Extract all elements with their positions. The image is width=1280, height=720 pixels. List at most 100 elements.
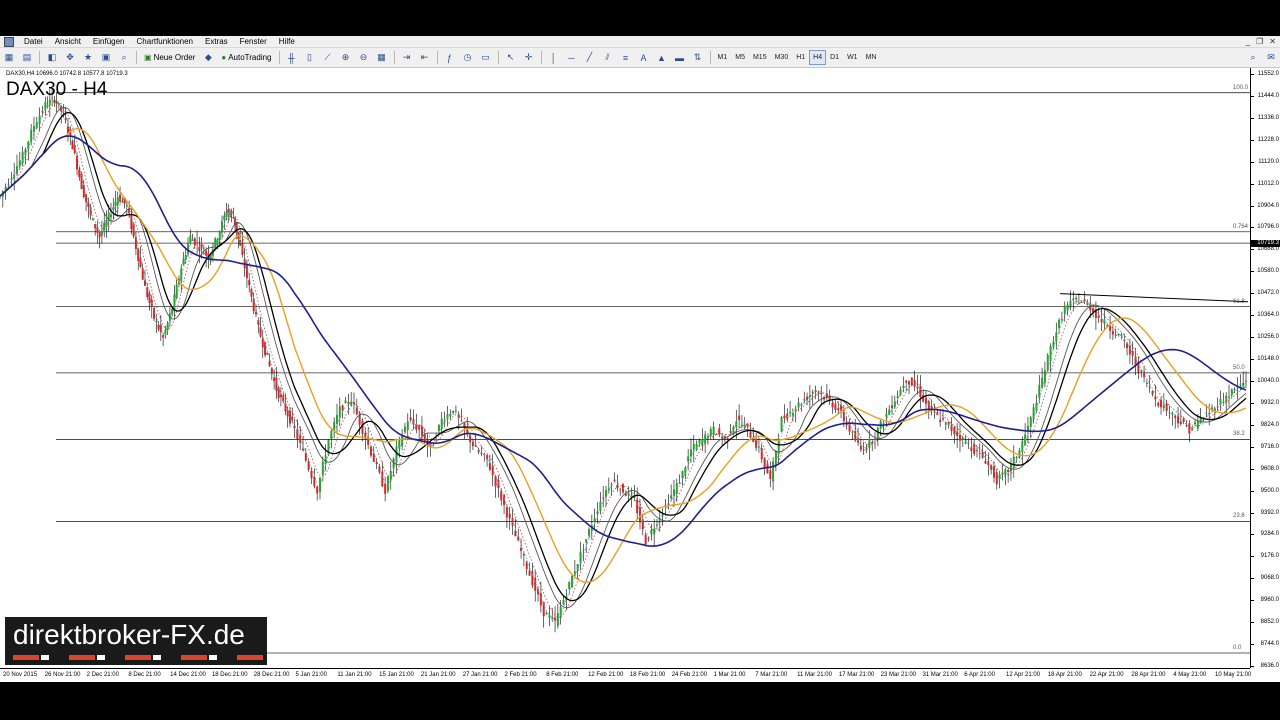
time-axis-label: 28 Dec 21:00 xyxy=(253,672,290,678)
crosshair-icon[interactable]: ✛ xyxy=(521,50,537,65)
toolbar-separator xyxy=(39,51,40,64)
menu-chartfunktionen[interactable]: Chartfunktionen xyxy=(131,36,199,47)
close-button[interactable]: ✕ xyxy=(1269,36,1276,47)
autotrading-button[interactable]: ● AutoTrading xyxy=(217,50,275,65)
app-icon[interactable] xyxy=(4,36,14,47)
candle-body xyxy=(1179,421,1182,424)
candle-body xyxy=(780,417,783,432)
price-axis-tick xyxy=(1251,402,1254,404)
menu-hilfe[interactable]: Hilfe xyxy=(273,36,301,47)
terminal-icon[interactable]: ▣ xyxy=(98,50,114,65)
candle-body xyxy=(18,160,21,167)
candle-body xyxy=(1171,412,1174,415)
text-icon[interactable]: A xyxy=(636,50,652,65)
zoom-in-icon[interactable]: ⊕ xyxy=(338,50,354,65)
time-axis-label: 4 May 21:00 xyxy=(1173,672,1207,678)
zoom-out-icon[interactable]: ⊖ xyxy=(356,50,372,65)
candle-body xyxy=(865,447,868,451)
timeframe-h4[interactable]: H4 xyxy=(809,50,827,65)
menu-ansicht[interactable]: Ansicht xyxy=(49,36,87,47)
vertical-line-icon[interactable]: │ xyxy=(546,50,562,65)
candle-body xyxy=(321,461,324,476)
time-axis-label: 22 Apr 21:00 xyxy=(1089,672,1124,678)
time-axis-label: 8 Feb 21:00 xyxy=(546,672,579,678)
price-axis-label: 10256.0 xyxy=(1257,334,1279,341)
candle-body xyxy=(791,412,794,416)
timeframe-m1[interactable]: M1 xyxy=(714,50,732,65)
timeframe-m5[interactable]: M5 xyxy=(731,50,749,65)
candle-body xyxy=(808,394,811,398)
market-watch-icon[interactable]: ◧ xyxy=(44,50,60,65)
price-axis[interactable]: 11552.0 11444.0 11336.0 11228.0 11120.0 11012… xyxy=(1250,68,1280,669)
horizontal-line-icon[interactable]: ─ xyxy=(564,50,580,65)
timeframe-h1[interactable]: H1 xyxy=(792,50,809,65)
fibonacci-level-label: 0.0 xyxy=(1233,645,1242,651)
time-axis-label: 28 Apr 21:00 xyxy=(1131,672,1166,678)
timeframe-m30[interactable]: M30 xyxy=(771,50,793,65)
arrows-icon[interactable]: ▬ xyxy=(672,50,688,65)
minimize-button[interactable]: _ xyxy=(1246,36,1250,47)
menu-fenster[interactable]: Fenster xyxy=(234,36,273,47)
candle-body xyxy=(854,431,857,441)
metaeditor-icon[interactable]: ◆ xyxy=(200,50,216,65)
timeframe-d1[interactable]: D1 xyxy=(826,50,843,65)
auto-scroll-icon[interactable]: ⇥ xyxy=(399,50,415,65)
candle-body xyxy=(582,549,585,551)
timeframe-w1[interactable]: W1 xyxy=(843,50,862,65)
strategy-tester-icon[interactable]: ⌕ xyxy=(116,50,132,65)
watermark-bar xyxy=(209,655,217,660)
menu-einfuegen[interactable]: Einfügen xyxy=(87,36,131,47)
tile-windows-icon[interactable]: ▦ xyxy=(374,50,390,65)
candle-body xyxy=(1058,319,1061,329)
timeframe-mn[interactable]: MN xyxy=(862,50,881,65)
time-axis-label: 11 Jan 21:00 xyxy=(337,672,372,678)
line-chart-icon[interactable]: ⟋ xyxy=(320,50,336,65)
indicators-icon[interactable]: ƒ xyxy=(442,50,458,65)
candle-body xyxy=(1151,391,1154,395)
fibonacci-icon[interactable]: ≡ xyxy=(618,50,634,65)
search-icon[interactable]: ⌕ xyxy=(1245,50,1261,65)
menu-extras[interactable]: Extras xyxy=(199,36,234,47)
price-axis-tick xyxy=(1251,534,1254,536)
price-axis-label: 8852.0 xyxy=(1260,619,1279,626)
candlestick-icon[interactable]: ▯ xyxy=(302,50,318,65)
new-order-button[interactable]: ▣ Neue Order xyxy=(140,50,199,65)
price-axis-tick xyxy=(1251,117,1254,119)
navigator-icon[interactable]: ★ xyxy=(80,50,96,65)
watermark-bar xyxy=(13,655,39,660)
candle-body xyxy=(602,497,605,499)
menu-datei[interactable]: Datei xyxy=(18,36,49,47)
text-label-icon[interactable]: ▲ xyxy=(654,50,670,65)
profiles-icon[interactable]: ▤ xyxy=(19,50,35,65)
new-order-label: Neue Order xyxy=(153,53,196,62)
time-axis-label: 27 Jan 21:00 xyxy=(462,672,498,678)
price-axis-tick xyxy=(1251,315,1254,317)
new-chart-icon[interactable]: ▦ xyxy=(1,50,17,65)
time-axis[interactable]: 20 Nov 2015 26 Nov 21:00 2 Dec 21:00 8 Dec … xyxy=(0,668,1251,683)
candle-body xyxy=(562,599,565,605)
candle-body xyxy=(573,571,576,575)
trendline-icon[interactable]: ╱ xyxy=(582,50,598,65)
equidistant-channel-icon[interactable]: ⫽ xyxy=(600,50,616,65)
cursor-icon[interactable]: ↖ xyxy=(503,50,519,65)
toolbar: ▦ ▤ ◧ ✥ ★ ▣ ⌕ ▣ Neue Order ◆ ● AutoTradi… xyxy=(0,48,1280,68)
data-window-icon[interactable]: ✥ xyxy=(62,50,78,65)
templates-icon[interactable]: ▭ xyxy=(478,50,494,65)
price-axis-label: 10904.0 xyxy=(1257,202,1279,209)
chat-icon[interactable]: ✉ xyxy=(1263,50,1279,65)
candle-body xyxy=(970,447,973,451)
candle-body xyxy=(38,115,41,124)
price-axis-label: 9824.0 xyxy=(1260,421,1279,428)
more-objects-icon[interactable]: ⇅ xyxy=(690,50,706,65)
price-chart[interactable] xyxy=(0,68,1250,668)
periods-icon[interactable]: ◷ xyxy=(460,50,476,65)
chart-window[interactable]: DAX30,H4 10696.0 10742.8 10577.8 10719.3… xyxy=(0,68,1280,683)
chart-shift-icon[interactable]: ⇤ xyxy=(417,50,433,65)
bar-chart-icon[interactable]: ╫ xyxy=(284,50,300,65)
time-axis-label: 15 Jan 21:00 xyxy=(379,672,414,678)
candle-body xyxy=(82,185,85,198)
restore-button[interactable]: ❐ xyxy=(1256,36,1263,47)
price-axis-label: 9392.0 xyxy=(1260,509,1279,516)
timeframe-m15[interactable]: M15 xyxy=(749,50,771,65)
candle-body xyxy=(1041,377,1044,388)
